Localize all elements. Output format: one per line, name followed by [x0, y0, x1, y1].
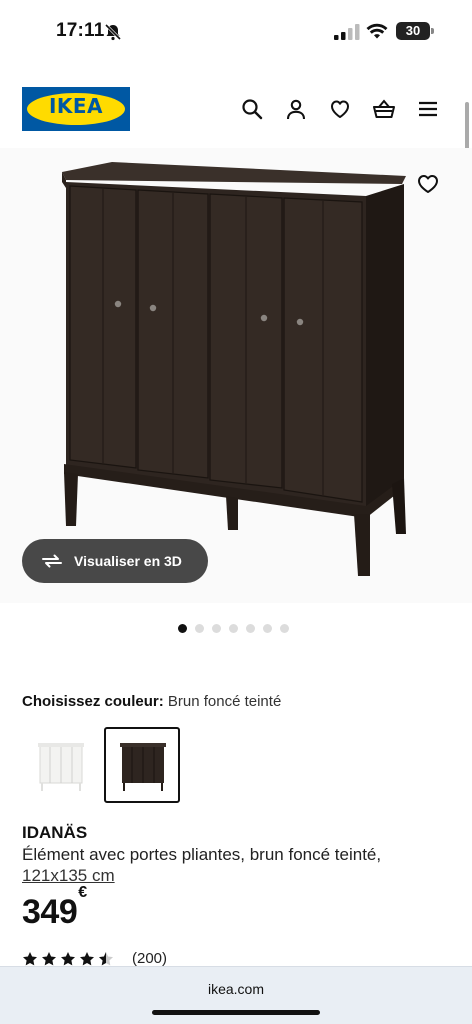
carousel-dot[interactable]: [263, 624, 272, 633]
color-value: Brun foncé teinté: [167, 693, 282, 710]
carousel-dot[interactable]: [280, 624, 289, 633]
rotate-arrows-icon: [42, 554, 62, 568]
status-time: 17:11: [56, 20, 105, 41]
color-option-white[interactable]: [22, 727, 98, 803]
ikea-logo[interactable]: IKEA: [22, 87, 130, 131]
carousel-dot[interactable]: [178, 624, 187, 633]
wishlist-heart-icon[interactable]: [327, 96, 353, 122]
carousel-dot[interactable]: [212, 624, 221, 633]
silent-bell-icon: [104, 23, 122, 41]
cabinet-illustration: [62, 162, 406, 576]
carousel-dot[interactable]: [246, 624, 255, 633]
menu-icon[interactable]: [415, 96, 441, 122]
carousel-dot[interactable]: [229, 624, 238, 633]
account-icon[interactable]: [283, 96, 309, 122]
rating-stars-icon: [23, 951, 113, 965]
signal-icon: [334, 24, 360, 40]
logo-text: IKEA: [48, 94, 104, 118]
product-rating[interactable]: (200): [22, 950, 167, 967]
url-text[interactable]: ikea.com: [0, 981, 472, 997]
home-indicator: [152, 1010, 320, 1015]
product-dimensions-link[interactable]: 121x135 cm: [22, 866, 115, 886]
browser-address-bar[interactable]: ikea.com: [0, 966, 472, 1024]
image-carousel-dots: [178, 624, 289, 633]
product-name: IDANÄS: [22, 823, 88, 842]
favourite-heart-icon[interactable]: [412, 168, 444, 200]
price-value: 349: [22, 893, 78, 931]
visualize-3d-label: Visualiser en 3D: [74, 553, 182, 569]
color-chooser-label: Choisissez couleur: Brun foncé teinté: [22, 693, 281, 710]
product-price: 349€: [22, 884, 87, 932]
price-currency: €: [78, 883, 87, 901]
battery-indicator: 30: [396, 22, 434, 40]
color-option-dark-brown[interactable]: [104, 727, 180, 803]
review-count: (200): [132, 950, 168, 967]
status-bar: 17:11 30: [0, 0, 472, 60]
product-image[interactable]: [0, 148, 472, 603]
brown-cabinet-thumbnail: [120, 743, 166, 791]
search-icon[interactable]: [239, 96, 265, 122]
carousel-dot[interactable]: [195, 624, 204, 633]
site-header: IKEA: [0, 84, 472, 136]
color-label: Choisissez couleur:: [22, 693, 164, 710]
visualize-3d-button[interactable]: Visualiser en 3D: [22, 539, 208, 583]
product-description: Élément avec portes pliantes, brun foncé…: [22, 845, 382, 864]
wifi-icon: [366, 23, 388, 39]
white-cabinet-thumbnail: [38, 743, 84, 791]
shopping-basket-icon[interactable]: [371, 96, 397, 122]
